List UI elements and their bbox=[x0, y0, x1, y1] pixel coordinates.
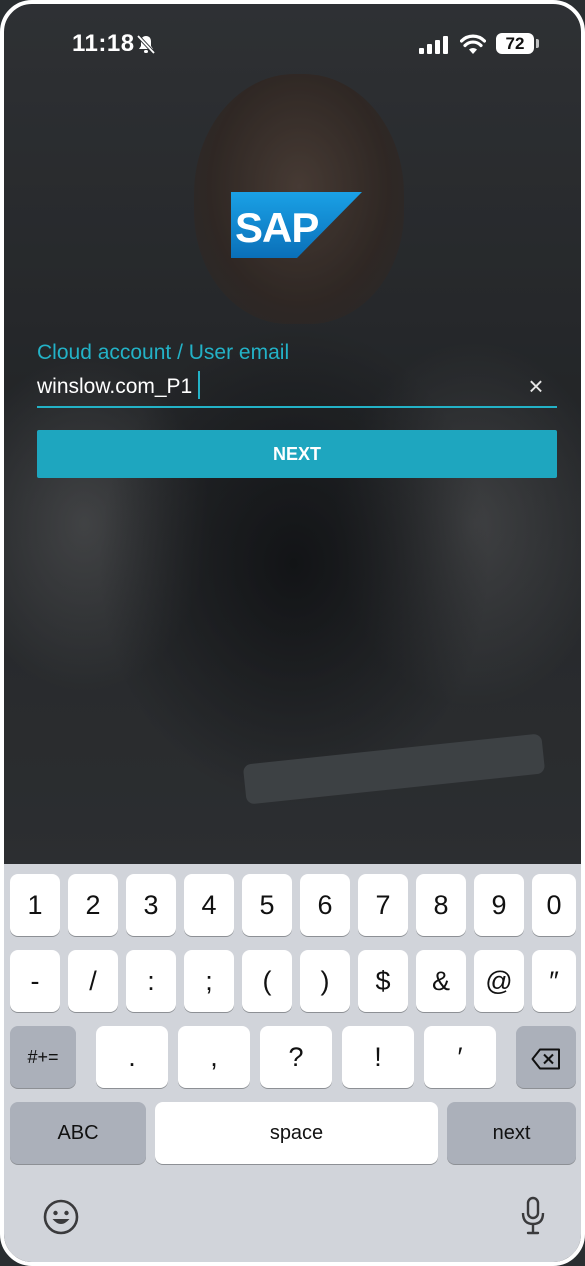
next-key[interactable]: next bbox=[447, 1102, 576, 1164]
backspace-key[interactable] bbox=[516, 1026, 576, 1088]
key-question[interactable]: ? bbox=[260, 1026, 332, 1088]
key-1[interactable]: 1 bbox=[10, 874, 60, 936]
key-ampersand[interactable]: & bbox=[416, 950, 466, 1012]
clear-input-icon[interactable]: × bbox=[524, 373, 548, 399]
battery-tip bbox=[536, 39, 539, 48]
key-open-paren[interactable]: ( bbox=[242, 950, 292, 1012]
numeric-keyboard: 1 2 3 4 5 6 7 8 9 0 - / : ; ( ) $ & @ ″ … bbox=[4, 864, 581, 1262]
key-exclamation[interactable]: ! bbox=[342, 1026, 414, 1088]
account-field-label: Cloud account / User email bbox=[37, 341, 290, 364]
key-abc[interactable]: ABC bbox=[10, 1102, 146, 1164]
key-9[interactable]: 9 bbox=[474, 874, 524, 936]
backspace-icon bbox=[531, 1048, 560, 1070]
key-0[interactable]: 0 bbox=[532, 874, 576, 936]
status-time: 11:18 bbox=[72, 30, 135, 57]
key-at[interactable]: @ bbox=[474, 950, 524, 1012]
status-bar: 11:18 72 bbox=[0, 0, 585, 90]
microphone-icon[interactable] bbox=[520, 1196, 546, 1236]
sap-logo: SAP bbox=[231, 192, 362, 258]
space-key[interactable]: space bbox=[155, 1102, 438, 1164]
key-symbols[interactable]: #+= bbox=[10, 1026, 76, 1088]
text-caret bbox=[198, 371, 200, 399]
key-8[interactable]: 8 bbox=[416, 874, 466, 936]
bell-slash-icon bbox=[136, 34, 156, 55]
phone-screen: 11:18 72 SAP Cloud account / User email … bbox=[0, 0, 585, 1266]
key-period[interactable]: . bbox=[96, 1026, 168, 1088]
key-2[interactable]: 2 bbox=[68, 874, 118, 936]
battery-icon: 72 bbox=[496, 33, 534, 54]
key-semicolon[interactable]: ; bbox=[184, 950, 234, 1012]
key-4[interactable]: 4 bbox=[184, 874, 234, 936]
key-colon[interactable]: : bbox=[126, 950, 176, 1012]
key-double-quote[interactable]: ″ bbox=[532, 950, 576, 1012]
key-3[interactable]: 3 bbox=[126, 874, 176, 936]
wifi-icon bbox=[460, 34, 486, 54]
next-button[interactable]: NEXT bbox=[37, 430, 557, 478]
key-apostrophe[interactable]: ′ bbox=[424, 1026, 496, 1088]
key-5[interactable]: 5 bbox=[242, 874, 292, 936]
key-slash[interactable]: / bbox=[68, 950, 118, 1012]
emoji-icon[interactable] bbox=[42, 1198, 80, 1236]
key-6[interactable]: 6 bbox=[300, 874, 350, 936]
account-email-input[interactable] bbox=[37, 370, 507, 404]
key-7[interactable]: 7 bbox=[358, 874, 408, 936]
key-comma[interactable]: , bbox=[178, 1026, 250, 1088]
svg-text:SAP: SAP bbox=[235, 204, 318, 251]
signal-icon bbox=[419, 36, 448, 54]
input-underline bbox=[37, 406, 557, 408]
key-dash[interactable]: - bbox=[10, 950, 60, 1012]
key-dollar[interactable]: $ bbox=[358, 950, 408, 1012]
key-close-paren[interactable]: ) bbox=[300, 950, 350, 1012]
